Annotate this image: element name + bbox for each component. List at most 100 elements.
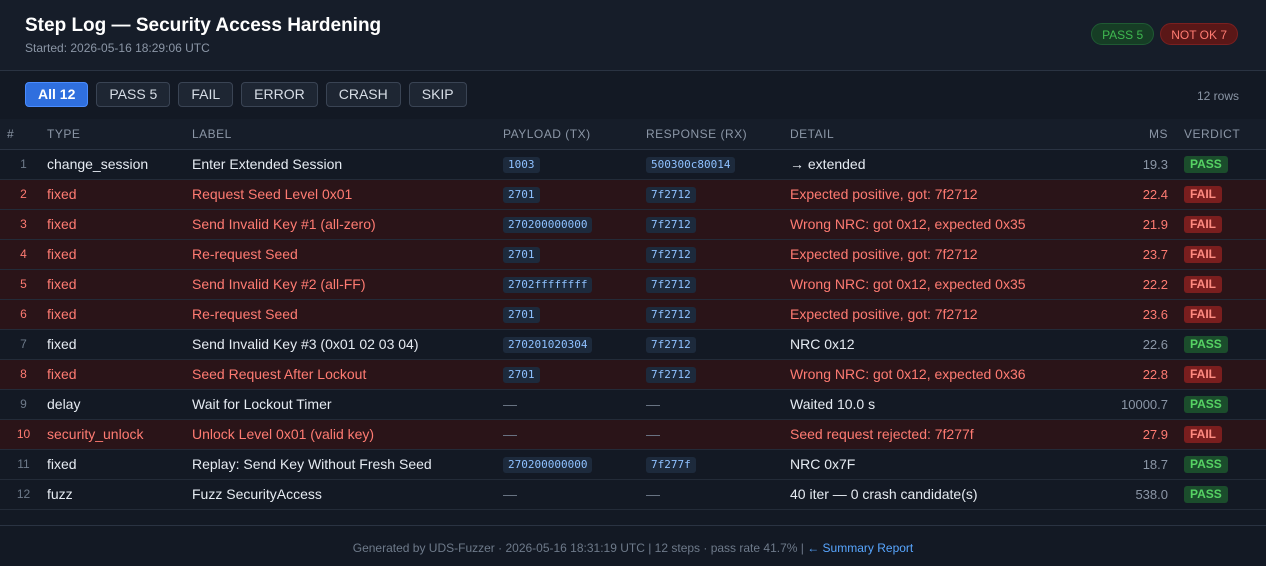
table-row[interactable]: 8 fixed Seed Request After Lockout 2701 7f27… — [0, 359, 1266, 390]
response-cell: 7f2712 — [646, 269, 790, 300]
detail-cell: 40 iter — 0 crash candidate(s) — [790, 479, 1090, 510]
response-cell: 500300c80014 — [646, 149, 790, 180]
row-number-text: 2 — [20, 187, 27, 201]
filter-all-button[interactable]: All 12 — [25, 82, 89, 107]
verdict-badge: FAIL — [1184, 426, 1222, 443]
verdict-badge: FAIL — [1184, 306, 1222, 323]
ms-cell: 27.9 — [1090, 419, 1184, 450]
row-number-text: 11 — [17, 457, 30, 471]
column-header-type[interactable]: TYPE — [47, 119, 192, 150]
payload-cell: — — [503, 389, 646, 420]
response-cell: — — [646, 479, 790, 510]
type-cell: security_unlock — [47, 419, 192, 450]
column-header-payload[interactable]: PAYLOAD (TX) — [503, 119, 646, 150]
detail-cell: Waited 10.0 s — [790, 389, 1090, 420]
footer-text: Generated by UDS-Fuzzer · 2026-05-16 18:… — [352, 541, 804, 555]
payload-text: — — [503, 426, 517, 442]
page-footer: Generated by UDS-Fuzzer · 2026-05-16 18:… — [0, 525, 1266, 566]
filter-fail-button[interactable]: FAIL — [178, 82, 234, 107]
table-row[interactable]: 4 fixed Re-request Seed 2701 7f2712 Expected … — [0, 239, 1266, 270]
row-number-text: 1 — [20, 157, 27, 171]
verdict-cell: FAIL — [1184, 179, 1266, 210]
step-log-table: # TYPE LABEL PAYLOAD (TX) RESPONSE (RX) … — [0, 119, 1266, 510]
detail-text: Wrong NRC: got 0x12, expected 0x36 — [790, 366, 1026, 382]
response-value: 7f2712 — [646, 247, 696, 263]
verdict-badge: PASS — [1184, 456, 1228, 473]
label-cell: Re-request Seed — [192, 299, 503, 330]
filter-skip-button[interactable]: SKIP — [408, 82, 467, 107]
response-value: 500300c80014 — [646, 157, 736, 173]
response-text: — — [646, 396, 660, 412]
label-cell: Unlock Level 0x01 (valid key) — [192, 419, 503, 450]
ms-text: 27.9 — [1142, 426, 1168, 442]
table-row[interactable]: 12 fuzz Fuzz SecurityAccess — — 40 iter — 0 c… — [0, 479, 1266, 510]
type-text: fixed — [47, 216, 77, 232]
detail-text: NRC 0x7F — [790, 456, 856, 472]
response-cell: — — [646, 419, 790, 450]
table-row[interactable]: 7 fixed Send Invalid Key #3 (0x01 02 03 04… — [0, 329, 1266, 360]
detail-cell: NRC 0x7F — [790, 449, 1090, 480]
label-cell: Replay: Send Key Without Fresh Seed — [192, 449, 503, 480]
label-text: Send Invalid Key #3 (0x01 02 03 04) — [192, 336, 419, 352]
ms-text: 23.7 — [1142, 246, 1168, 262]
detail-cell: Wrong NRC: got 0x12, expected 0x36 — [790, 359, 1090, 390]
response-value: 7f2712 — [646, 277, 696, 293]
response-cell: 7f2712 — [646, 359, 790, 390]
payload-value: 2702ffffffff — [503, 277, 593, 293]
table-header-row: # TYPE LABEL PAYLOAD (TX) RESPONSE (RX) … — [0, 119, 1266, 150]
ms-text: 22.4 — [1142, 186, 1168, 202]
table-row[interactable]: 3 fixed Send Invalid Key #1 (all-zero) 2702… — [0, 209, 1266, 240]
row-number-text: 7 — [20, 337, 27, 351]
filter-pass-button[interactable]: PASS 5 — [96, 82, 171, 107]
table-row[interactable]: 10 security_unlock Unlock Level 0x01 (vali… — [0, 419, 1266, 450]
detail-text: Waited 10.0 s — [790, 396, 876, 412]
filter-buttons: All 12 PASS 5 FAIL ERROR CRASH SKIP — [25, 82, 467, 107]
label-text: Re-request Seed — [192, 306, 298, 322]
verdict-badge: PASS — [1184, 486, 1228, 503]
column-header-detail[interactable]: DETAIL — [790, 119, 1090, 150]
verdict-cell: PASS — [1184, 479, 1266, 510]
detail-cell: Wrong NRC: got 0x12, expected 0x35 — [790, 209, 1090, 240]
payload-cell: 270200000000 — [503, 449, 646, 480]
row-number-text: 4 — [20, 247, 27, 261]
row-number-cell: 1 — [0, 149, 47, 180]
label-cell: Send Invalid Key #1 (all-zero) — [192, 209, 503, 240]
verdict-badge: FAIL — [1184, 246, 1222, 263]
table-row[interactable]: 9 delay Wait for Lockout Timer — — Waited 10.… — [0, 389, 1266, 420]
label-cell: Enter Extended Session — [192, 149, 503, 180]
column-header-response[interactable]: RESPONSE (RX) — [646, 119, 790, 150]
column-header-num[interactable]: # — [0, 119, 47, 150]
table-row[interactable]: 11 fixed Replay: Send Key Without Fresh Se… — [0, 449, 1266, 480]
payload-text: — — [503, 486, 517, 502]
column-header-label[interactable]: LABEL — [192, 119, 503, 150]
verdict-cell: FAIL — [1184, 239, 1266, 270]
payload-value: 2701 — [503, 367, 540, 383]
row-number-cell: 11 — [0, 449, 47, 480]
verdict-badge: FAIL — [1184, 366, 1222, 383]
summary-report-link[interactable]: ← Summary Report — [807, 541, 913, 555]
table-row[interactable]: 1 change_session Enter Extended Session 100… — [0, 149, 1266, 180]
detail-text: 40 iter — 0 crash candidate(s) — [790, 486, 978, 502]
table-row[interactable]: 5 fixed Send Invalid Key #2 (all-FF) 2702ff… — [0, 269, 1266, 300]
response-cell: — — [646, 389, 790, 420]
label-cell: Wait for Lockout Timer — [192, 389, 503, 420]
filter-crash-button[interactable]: CRASH — [325, 82, 401, 107]
type-cell: fuzz — [47, 479, 192, 510]
ms-cell: 23.6 — [1090, 299, 1184, 330]
column-header-ms[interactable]: MS — [1090, 119, 1184, 150]
type-text: fuzz — [47, 486, 73, 502]
row-number-text: 9 — [20, 397, 27, 411]
table-row[interactable]: 6 fixed Re-request Seed 2701 7f2712 Expected … — [0, 299, 1266, 330]
row-number-text: 10 — [16, 427, 31, 441]
filter-error-button[interactable]: ERROR — [241, 82, 318, 107]
table-row[interactable]: 2 fixed Request Seed Level 0x01 2701 7f2712 E… — [0, 179, 1266, 210]
payload-cell: 270200000000 — [503, 209, 646, 240]
verdict-cell: PASS — [1184, 149, 1266, 180]
payload-value: 2701 — [503, 187, 540, 203]
row-number-text: 3 — [20, 217, 27, 231]
response-text: — — [646, 486, 660, 502]
type-text: delay — [47, 396, 81, 412]
type-cell: fixed — [47, 209, 192, 240]
payload-value: 2701 — [503, 307, 540, 323]
column-header-verdict[interactable]: VERDICT — [1184, 119, 1266, 150]
